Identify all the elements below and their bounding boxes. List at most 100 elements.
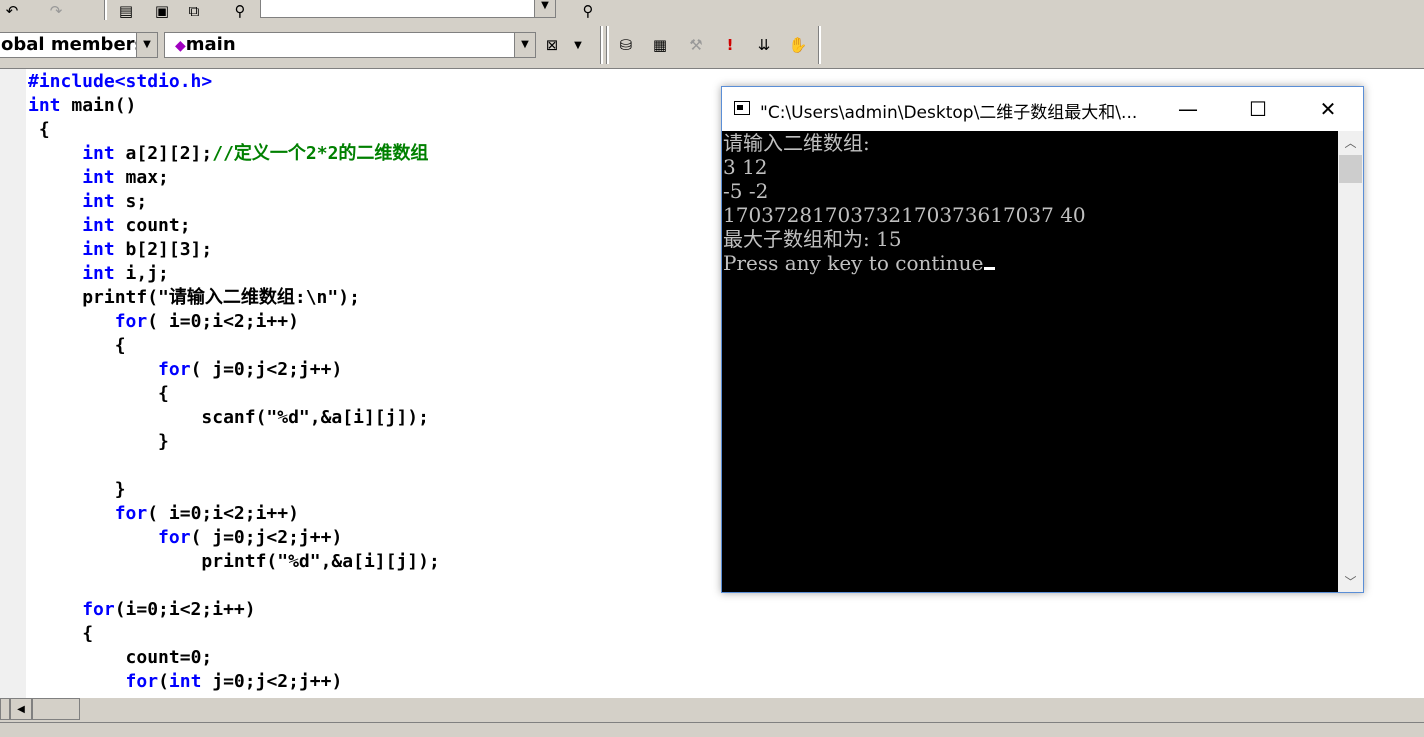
find-in-files-icon[interactable]: ⚲ — [228, 0, 252, 22]
scroll-thumb[interactable] — [1339, 155, 1362, 183]
text-cursor — [984, 267, 996, 270]
code-text: { — [28, 119, 50, 140]
close-icon: ✕ — [1319, 97, 1337, 121]
build-icon[interactable]: ▦ — [648, 34, 672, 56]
scroll-left-icon[interactable]: ◀ — [10, 698, 32, 720]
code-line: for( i=0;i<2;i++) — [28, 310, 299, 334]
code-line: for( i=0;i<2;i++) — [28, 502, 299, 526]
toolbar-wizard: obal members ▼ ◆main ▼ ⊠ ▼ ⛁ ▦ ⚒ ! ⇊ ✋ — [0, 22, 1424, 69]
class-members-combo[interactable]: obal members ▼ — [0, 32, 158, 58]
console-line: 最大子数组和为: 15 — [723, 227, 902, 251]
console-titlebar[interactable]: "C:\Users\admin\Desktop\二维子数组最大和\... — ☐… — [722, 87, 1363, 131]
code-text: count; — [114, 215, 191, 236]
maximize-button[interactable]: ☐ — [1223, 87, 1293, 131]
console-window[interactable]: "C:\Users\admin\Desktop\二维子数组最大和\... — ☐… — [721, 86, 1364, 593]
undo-icon[interactable]: ↶ — [0, 0, 24, 22]
horizontal-scrollbar[interactable]: ◀ — [0, 698, 1424, 722]
scroll-left-edge[interactable] — [0, 698, 10, 720]
close-button[interactable]: ✕ — [1293, 87, 1363, 131]
code-line: { — [28, 118, 50, 142]
code-keyword: int — [168, 671, 202, 692]
code-preprocessor: #include<stdio.h> — [28, 71, 213, 92]
workspace-icon[interactable]: ▤ — [114, 0, 138, 22]
compile-icon[interactable]: ⛁ — [614, 34, 638, 56]
console-output[interactable]: 请输入二维数组: 3 12 -5 -2 17037281703732170373… — [722, 131, 1338, 592]
code-line: scanf("%d",&a[i][j]); — [28, 406, 429, 430]
code-line: { — [28, 382, 169, 406]
console-line: 请输入二维数组: — [723, 131, 870, 155]
code-line: for( j=0;j<2;j++) — [28, 358, 342, 382]
code-text: count=0; — [125, 647, 213, 668]
redo-icon[interactable]: ↷ — [44, 0, 68, 22]
scroll-thumb[interactable] — [32, 698, 80, 720]
window-list-icon[interactable]: ⧉ — [182, 0, 206, 22]
code-text: i,j; — [114, 263, 169, 284]
go-icon[interactable]: ⇊ — [752, 34, 776, 56]
console-line: 17037281703732170373617037 40 — [723, 203, 1086, 227]
code-keyword: for — [158, 527, 191, 548]
code-keyword: int — [82, 215, 115, 236]
code-keyword: int — [82, 263, 115, 284]
code-keyword: for — [114, 503, 148, 524]
output-icon[interactable]: ▣ — [150, 0, 174, 22]
code-line: int i,j; — [28, 262, 169, 286]
code-comment: //定义一个2*2的二维数组 — [212, 143, 429, 164]
console-vertical-scrollbar[interactable]: ︿ ﹀ — [1338, 131, 1363, 592]
code-keyword: for — [82, 599, 115, 620]
code-line: int count; — [28, 214, 191, 238]
code-line: for(i=0;i<2;i++) — [28, 598, 256, 622]
function-diamond-icon: ◆ — [175, 38, 186, 54]
chevron-down-icon[interactable]: ▼ — [566, 34, 590, 56]
code-text: ( i=0;i<2;i++) — [147, 311, 299, 332]
code-text: ( j=0;j<2;j++) — [190, 359, 343, 380]
code-line: { — [28, 622, 93, 646]
code-keyword: for — [114, 311, 148, 332]
function-combo[interactable]: ◆main ▼ — [164, 32, 536, 58]
code-text: } — [158, 431, 169, 452]
find-combo[interactable]: ▼ — [260, 0, 556, 18]
chevron-down-icon[interactable]: ▼ — [534, 0, 555, 17]
minimize-button[interactable]: — — [1153, 87, 1223, 131]
chevron-down-icon[interactable]: ▼ — [136, 33, 157, 57]
code-text: scanf("%d",&a[i][j]); — [201, 407, 429, 428]
console-line-prompt: Press any key to continue — [723, 251, 996, 275]
code-line: int s; — [28, 190, 147, 214]
breakpoint-hand-icon[interactable]: ✋ — [786, 34, 810, 56]
code-line: int a[2][2];//定义一个2*2的二维数组 — [28, 142, 428, 166]
wizard-action-icon[interactable]: ⊠ — [540, 34, 564, 56]
toolbar-separator — [606, 26, 609, 64]
console-title-text: "C:\Users\admin\Desktop\二维子数组最大和\... — [760, 103, 1138, 123]
code-keyword: for — [125, 671, 159, 692]
code-text: j=0;j<2;j++) — [201, 671, 343, 692]
code-line: int max; — [28, 166, 169, 190]
stop-build-icon[interactable]: ⚒ — [684, 34, 708, 56]
console-line: 3 12 — [723, 155, 768, 179]
code-text: { — [114, 335, 126, 356]
code-line: for(int j=0;j<2;j++) — [28, 670, 343, 694]
find-icon[interactable]: ⚲ — [576, 0, 600, 22]
code-text: printf("请输入二维数组:\n"); — [82, 287, 360, 308]
code-keyword: int — [82, 167, 115, 188]
code-line: } — [28, 478, 126, 502]
editor-gutter — [0, 69, 26, 698]
code-text: (i=0;i<2;i++) — [114, 599, 256, 620]
scroll-down-icon[interactable]: ﹀ — [1338, 570, 1363, 592]
chevron-down-icon[interactable]: ▼ — [514, 33, 535, 57]
scroll-up-icon[interactable]: ︿ — [1338, 131, 1363, 153]
code-line: } — [28, 430, 169, 454]
execute-icon[interactable]: ! — [718, 34, 742, 56]
code-line: int main() — [28, 94, 136, 118]
console-app-icon — [734, 101, 750, 115]
status-bar — [0, 722, 1424, 737]
